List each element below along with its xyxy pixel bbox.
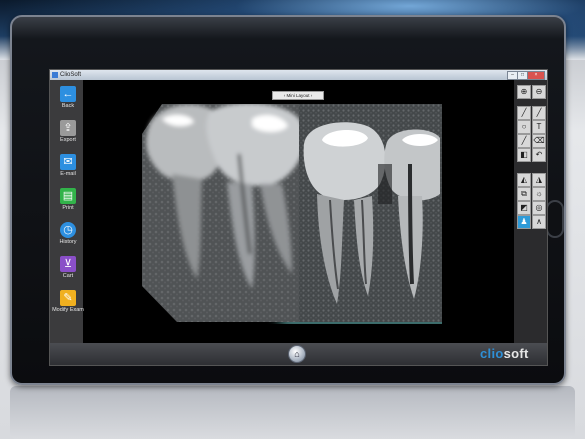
close-button[interactable]: ×	[527, 71, 545, 80]
sidebar-item-label: History	[59, 239, 77, 245]
sidebar-item-label: E-mail	[60, 171, 76, 177]
bottom-bar: ⌂ cliosoft	[50, 343, 547, 365]
home-button[interactable]: ⌂	[288, 345, 306, 363]
eraser-tool-icon[interactable]: ⌫	[532, 134, 546, 148]
sharpen-icon[interactable]: ∧	[532, 215, 546, 229]
sidebar-item-label: Print	[62, 205, 74, 211]
tablet-reflection	[10, 386, 575, 439]
undo-icon[interactable]: ↶	[532, 148, 546, 162]
flip-vertical-icon[interactable]: ◮	[532, 173, 546, 187]
window-title: ClioSoft	[60, 72, 82, 78]
filter-icon[interactable]: ◩	[517, 201, 531, 215]
contrast-icon[interactable]: ◎	[532, 201, 546, 215]
tooth-icon[interactable]: ♟	[517, 215, 531, 229]
duplicate-icon[interactable]: ⧉	[517, 187, 531, 201]
layout-toggle-button[interactable]: ‹ Mini Layout ›	[272, 91, 324, 100]
sidebar-item-print[interactable]: ▤ Print	[51, 186, 85, 220]
printer-icon: ▤	[60, 188, 76, 204]
xray-image-right[interactable]	[299, 104, 442, 322]
pencil-icon: ✎	[60, 290, 76, 306]
cart-icon: ⊻	[60, 256, 76, 272]
zoom-in-icon[interactable]: ⊕	[517, 85, 531, 99]
sidebar-item-back[interactable]: ← Back	[51, 84, 85, 118]
sidebar-item-label: Back	[61, 103, 75, 109]
mail-icon: ✉	[60, 154, 76, 170]
sidebar-item-label: Export	[60, 137, 76, 143]
home-icon: ⌂	[294, 349, 300, 359]
pen-tool-icon[interactable]: ╱	[517, 134, 531, 148]
app-icon	[52, 72, 58, 78]
xray-viewer[interactable]	[142, 104, 442, 324]
xray-image-left[interactable]	[142, 104, 307, 322]
invert-tool-icon[interactable]: ◧	[517, 148, 531, 162]
sidebar-item-export[interactable]: ⇪ Export	[51, 118, 85, 152]
line-tool-icon[interactable]: ╱	[517, 106, 531, 120]
sidebar-item-label: Modify Exam	[52, 307, 84, 313]
export-icon: ⇪	[60, 120, 76, 136]
left-sidebar: ← Back ⇪ Export ✉ E-mail ▤ Print ◷ Histo…	[50, 80, 86, 343]
sidebar-item-cart[interactable]: ⊻ Cart	[51, 254, 85, 288]
sidebar-item-modify-exam[interactable]: ✎ Modify Exam	[50, 288, 86, 322]
layout-label: Mini Layout	[286, 93, 310, 98]
sidebar-item-email[interactable]: ✉ E-mail	[51, 152, 85, 186]
ellipse-tool-icon[interactable]: ○	[517, 120, 531, 134]
tablet-frame: ClioSoft – □ × ← Back ⇪ Export ✉ E-mail …	[10, 15, 566, 385]
arrow-left-icon: ←	[60, 86, 76, 102]
sidebar-item-history[interactable]: ◷ History	[51, 220, 85, 254]
chevron-right-icon: ›	[310, 93, 313, 98]
sidebar-item-label: Cart	[62, 273, 74, 279]
clock-icon: ◷	[60, 222, 76, 238]
camera-icon	[546, 200, 564, 238]
zoom-out-icon[interactable]: ⊖	[532, 85, 546, 99]
flip-horizontal-icon[interactable]: ◭	[517, 173, 531, 187]
title-bar: ClioSoft – □ ×	[50, 70, 547, 80]
right-toolbar: ⊕ ⊖ ╱ ╱ ○ T ╱ ⌫ ◧ ↶ ◭ ◮ ⧉ ☼ ◩ ◎ ♟ ∧	[514, 80, 547, 343]
app-window: ClioSoft – □ × ← Back ⇪ Export ✉ E-mail …	[49, 69, 548, 366]
brand-logo: cliosoft	[480, 346, 529, 361]
brightness-icon[interactable]: ☼	[532, 187, 546, 201]
measure-tool-icon[interactable]: ╱	[532, 106, 546, 120]
text-tool-icon[interactable]: T	[532, 120, 546, 134]
